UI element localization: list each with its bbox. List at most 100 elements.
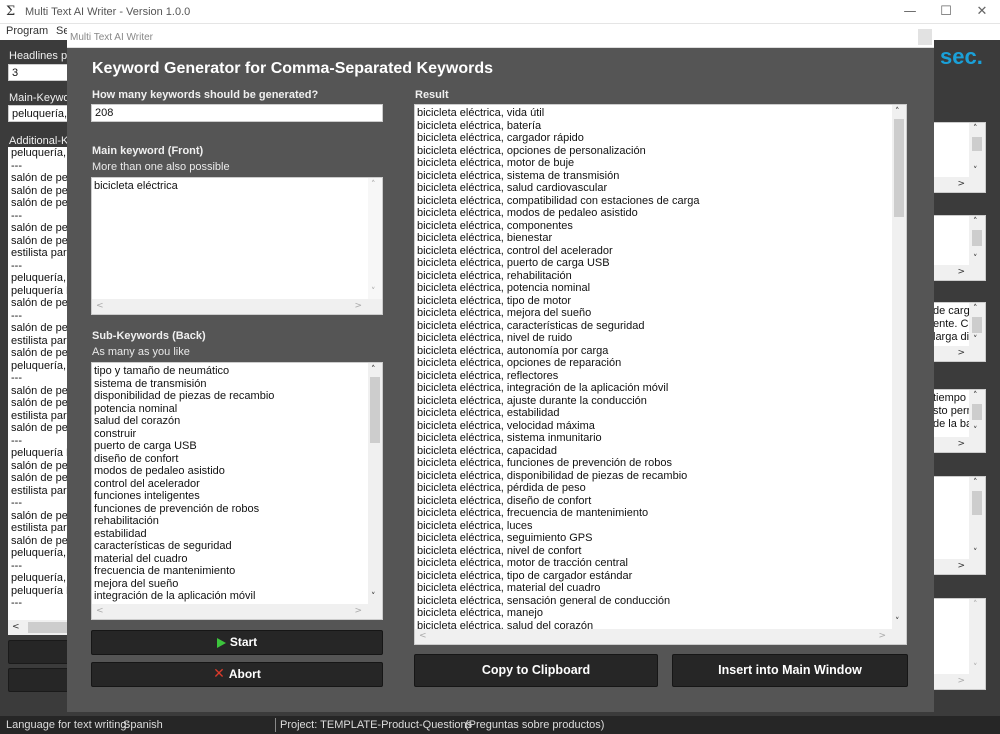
result-line: bicicleta eléctrica, cargador rápido [417, 132, 584, 144]
additional-keyword-line: estilista para [11, 334, 70, 347]
output-box-1[interactable]: ˄ ˅ > [932, 122, 986, 193]
additional-keyword-line: estilista para [11, 409, 70, 422]
sub-keyword-line: puerto de carga USB [94, 440, 197, 452]
additional-keyword-line: salón de pe [11, 459, 68, 472]
additional-keyword-line: --- [11, 497, 22, 509]
sub-keyword-line: mejora del sueño [94, 577, 179, 590]
sub-keyword-line: funciones de prevención de robos [94, 502, 260, 515]
main-action-button-2[interactable] [8, 668, 70, 692]
count-input[interactable]: 208 [91, 104, 383, 122]
result-line: bicicleta eléctrica, tipo de cargador es… [417, 569, 633, 582]
result-line: bicicleta eléctrica, material del cuadro [417, 582, 601, 594]
additional-keyword-line: salón de pe [11, 472, 68, 484]
result-line: bicicleta eléctrica, diseño de confort [417, 494, 592, 507]
result-line: bicicleta eléctrica, pérdida de peso [417, 482, 586, 494]
result-line: bicicleta eléctrica, bienestar [417, 232, 553, 244]
additional-keyword-line: --- [11, 434, 22, 447]
sub-keyword-line: control del acelerador [94, 477, 200, 490]
status-bar: Language for text writing: Spanish Proje… [0, 716, 1000, 734]
result-line: bicicleta eléctrica, integración de la a… [417, 382, 669, 394]
additional-keyword-line: --- [11, 159, 22, 172]
additional-keyword-line: salón de pe [11, 197, 68, 209]
result-line: bicicleta eléctrica, salud cardiovascula… [417, 182, 608, 194]
additional-keyword-line: salón de pe [11, 234, 68, 247]
result-line: bicicleta eléctrica, capacidad [417, 444, 558, 457]
language-value: Spanish [123, 719, 163, 731]
sub-keywords-label: Sub-Keywords (Back) [92, 330, 206, 342]
sub-keyword-line: disponibilidad de piezas de recambio [94, 390, 275, 402]
additional-keyword-line: peluquería, c [11, 359, 70, 372]
close-button[interactable]: ✕ [964, 0, 1000, 24]
result-textarea[interactable]: bicicleta eléctrica, vida útil bicicleta … [414, 104, 907, 645]
additional-keywords-textarea[interactable]: peluquería, r --- salón de pe salón de pe sa… [8, 147, 70, 635]
result-line: bicicleta eléctrica, frecuencia de mante… [417, 507, 649, 519]
additional-keyword-line: salón de pe [11, 322, 68, 334]
additional-keyword-line: salón de pe [11, 347, 68, 359]
dialog-close-button[interactable] [918, 29, 932, 45]
dialog-titlebar: Multi Text AI Writer [67, 28, 934, 48]
start-button[interactable]: Start [91, 630, 383, 655]
result-line: bicicleta eléctrica, sensación general d… [417, 594, 671, 607]
additional-keyword-line: estilista para [11, 484, 70, 497]
dialog-title: Multi Text AI Writer [70, 32, 153, 43]
result-line: bicicleta eléctrica, seguimiento GPS [417, 532, 593, 544]
output-box-5[interactable]: ˄ ˅ > [932, 476, 986, 575]
minimize-button[interactable]: — [892, 0, 928, 24]
result-line: bicicleta eléctrica, modos de pedaleo as… [417, 207, 638, 219]
additional-keyword-line: peluquería, r [11, 147, 70, 159]
additional-keyword-line: --- [11, 559, 22, 572]
additional-keywords-label: Additional-Ke [9, 135, 75, 147]
result-line: bicicleta eléctrica, vida útil [417, 107, 545, 119]
additional-keyword-line: peluquería, s [11, 547, 70, 559]
additional-keyword-line: estilista para [11, 522, 70, 534]
keyword-generator-dialog: Keyword Generator for Comma-Separated Ke… [67, 48, 934, 712]
additional-keywords-hscrollbar[interactable]: < [8, 620, 70, 635]
sub-keywords-textarea[interactable]: tipo y tamaño de neumático sistema de tra… [91, 362, 383, 620]
result-line: bicicleta eléctrica, opciones de reparac… [417, 357, 622, 369]
main-keyword-label: Main keyword (Front) [92, 145, 204, 157]
maximize-button[interactable]: ☐ [928, 0, 964, 24]
abort-x-icon: ✕ [213, 666, 225, 682]
headlines-input[interactable]: 3 [8, 64, 70, 81]
output-box-4[interactable]: tiempo c sto perm de la ba ˄ ˅ > [932, 389, 986, 453]
main-keyword-textarea[interactable]: bicicleta eléctrica ˄ ˅ < > [91, 177, 383, 315]
insert-into-main-window-button[interactable]: Insert into Main Window [672, 654, 908, 687]
sub-keyword-line: integración de la aplicación móvil [94, 590, 256, 602]
additional-keyword-line: salón de pe [11, 222, 68, 234]
copy-to-clipboard-button[interactable]: Copy to Clipboard [414, 654, 658, 687]
additional-keyword-line: salón de pe [11, 172, 68, 184]
result-line: bicicleta eléctrica, reflectores [417, 369, 559, 382]
project-label: Project: TEMPLATE-Product-Questions [280, 719, 473, 731]
result-vscrollbar[interactable]: ˄ ˅ [892, 105, 906, 629]
menu-program[interactable]: Program [6, 25, 48, 37]
result-line: bicicleta eléctrica, opciones de persona… [417, 144, 646, 157]
output-box-6[interactable]: ˄ ˅ > [932, 598, 986, 690]
result-line: bicicleta eléctrica, manejo [417, 607, 543, 619]
abort-button[interactable]: ✕ Abort [91, 662, 383, 687]
abort-label: Abort [228, 667, 261, 681]
additional-keyword-line: salón de pe [11, 297, 68, 309]
additional-keyword-line: peluquería, s [11, 272, 70, 284]
window-titlebar: Σ Multi Text AI Writer - Version 1.0.0 —… [0, 0, 1000, 24]
main-keyword-input[interactable]: peluquería, c [8, 105, 70, 122]
result-line: bicicleta eléctrica, nivel de ruido [417, 332, 573, 344]
main-keyword-hint: More than one also possible [92, 161, 230, 173]
result-line: bicicleta eléctrica, motor de tracción c… [417, 557, 628, 569]
result-line: bicicleta eléctrica, tipo de motor [417, 294, 572, 307]
sub-keyword-line: funciones inteligentes [94, 490, 200, 502]
sub-keywords-hint: As many as you like [92, 346, 190, 358]
headlines-label: Headlines pe [9, 50, 74, 62]
main-action-button-1[interactable] [8, 640, 70, 664]
output-box-3[interactable]: de carga ente. Co larga di ˄ ˅ > [932, 302, 986, 362]
start-label: Start [229, 635, 258, 649]
additional-keyword-line: salón de pe [11, 384, 68, 397]
sub-keywords-vscrollbar[interactable]: ˄ ˅ [368, 363, 382, 604]
sub-keyword-line: material del cuadro [94, 552, 188, 565]
result-line: bicicleta eléctrica, disponibilidad de p… [417, 469, 688, 482]
output-box-2[interactable]: ˄ ˅ > [932, 215, 986, 281]
app-sigma-icon: Σ [6, 4, 16, 19]
sub-keyword-line: construir [94, 427, 137, 440]
sub-keyword-line: frecuencia de mantenimiento [94, 565, 236, 577]
sub-keyword-line: diseño de confort [94, 452, 179, 465]
scroll-left-icon[interactable]: < [12, 622, 20, 632]
